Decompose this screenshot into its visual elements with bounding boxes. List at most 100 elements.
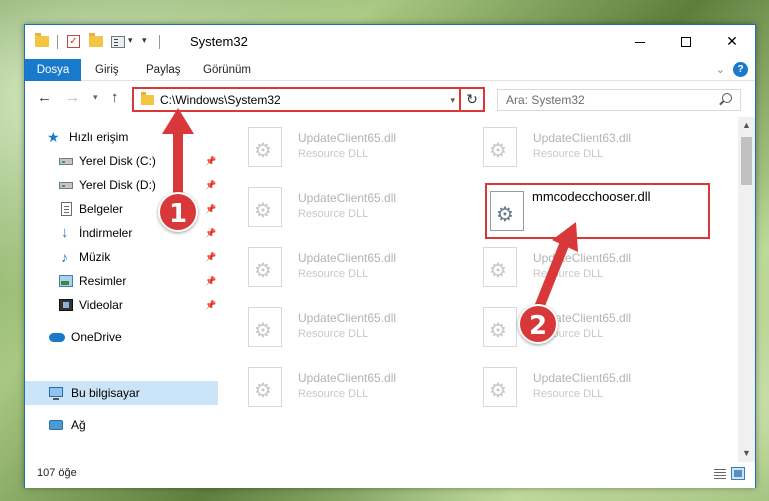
sidebar-item-local-disk-d[interactable]: Yerel Disk (D:) 📌 (25, 173, 218, 197)
sidebar-item-quick-access[interactable]: ★ Hızlı erişim (25, 125, 218, 149)
tab-home[interactable]: Giriş (95, 59, 119, 81)
tab-view[interactable]: Görünüm (203, 59, 251, 81)
maximize-button[interactable] (663, 25, 709, 57)
file-item[interactable]: UpdateClient65.dll Resource DLL (463, 361, 688, 417)
dll-file-icon (483, 127, 517, 167)
pin-icon[interactable]: 📌 (205, 221, 216, 245)
sidebar-item-label: Bu bilgisayar (71, 386, 140, 400)
pin-icon[interactable]: 📌 (205, 269, 216, 293)
file-name: UpdateClient65.dll (298, 251, 397, 265)
scroll-up-icon[interactable]: ▲ (738, 117, 755, 134)
file-description: Resource DLL (533, 268, 604, 280)
file-item[interactable]: UpdateClient63.dll Resource DLL (463, 121, 688, 177)
sidebar-item-label: OneDrive (71, 330, 122, 344)
new-folder-icon[interactable] (89, 33, 103, 47)
properties-check-icon[interactable]: ✓ (67, 35, 80, 48)
scroll-down-icon[interactable]: ▼ (738, 445, 755, 462)
search-icon[interactable] (722, 93, 732, 103)
pin-icon[interactable]: 📌 (205, 197, 216, 221)
pin-icon[interactable]: 📌 (205, 245, 216, 269)
pictures-icon (59, 275, 73, 287)
sidebar-item-onedrive[interactable]: OneDrive (25, 325, 218, 349)
minimize-icon (635, 41, 645, 43)
expand-ribbon-icon[interactable]: ⌄ (716, 63, 725, 76)
sidebar-item-this-pc[interactable]: Bu bilgisayar (25, 381, 218, 405)
customize-toolbar-icon[interactable]: ▾ (142, 35, 147, 51)
file-item[interactable]: UpdateClient65.dll Resource DLL (228, 301, 453, 357)
up-arrow-icon[interactable]: ↑ (111, 89, 119, 106)
refresh-icon[interactable]: ↻ (459, 87, 483, 112)
file-name: UpdateClient65.dll (298, 191, 397, 205)
file-item[interactable]: UpdateClient65.dll Resource DLL (228, 181, 453, 237)
file-description: Resource DLL (298, 208, 369, 220)
forward-arrow-icon[interactable]: → (65, 89, 80, 106)
sidebar-item-label: Belgeler (79, 202, 124, 216)
pin-icon[interactable]: 📌 (205, 293, 216, 317)
sidebar-item-local-disk-c[interactable]: Yerel Disk (C:) 📌 (25, 149, 218, 173)
address-path[interactable]: C:\Windows\System32 (160, 93, 281, 107)
pin-icon[interactable]: 📌 (205, 173, 216, 197)
file-description: Resource DLL (298, 388, 369, 400)
sidebar-item-label: Resimler (79, 274, 127, 288)
close-button[interactable]: ✕ (709, 25, 755, 57)
help-icon[interactable]: ? (733, 62, 748, 77)
file-explorer-window: ✓ ▾ ▾ System32 ✕ Dosya Giriş Paylaş Görü… (24, 24, 756, 488)
maximize-icon (681, 37, 691, 48)
cloud-icon (49, 333, 65, 342)
toolbar-separator (57, 35, 58, 49)
download-icon: ↓ (61, 224, 69, 241)
status-bar: 107 öğe (25, 462, 755, 488)
dll-file-icon (483, 367, 517, 407)
pin-icon[interactable]: 📌 (205, 149, 216, 173)
dll-file-icon (248, 367, 282, 407)
file-description: Resource DLL (533, 148, 604, 160)
dll-file-icon (248, 127, 282, 167)
large-icons-view-icon[interactable] (731, 467, 745, 480)
file-item[interactable]: UpdateClient65.dll Resource DLL (228, 241, 453, 297)
file-name: UpdateClient65.dll (298, 131, 397, 145)
address-dropdown-icon[interactable]: ▾ (450, 95, 455, 106)
file-description: Resource DLL (298, 148, 369, 160)
dll-file-icon (248, 307, 282, 347)
toolbar-separator (159, 35, 160, 49)
quick-access-dropdown-icon[interactable]: ▾ (128, 35, 133, 51)
scrollbar-thumb[interactable] (741, 137, 752, 185)
sidebar-item-label: Videolar (79, 298, 123, 312)
file-name: UpdateClient65.dll (533, 251, 632, 265)
sidebar-item-label: Hızlı erişim (69, 130, 129, 144)
step-2-badge: 2 (518, 304, 558, 344)
address-bar[interactable]: C:\Windows\System32 ▾ ↻ (132, 87, 485, 112)
sidebar-item-label: Müzik (79, 250, 111, 264)
search-input[interactable]: Ara: System32 (497, 89, 741, 111)
file-item-mmcodecchooser[interactable]: mmcodecchooser.dll (485, 183, 710, 239)
title-bar: ✓ ▾ ▾ System32 ✕ (25, 25, 755, 59)
dll-file-icon (248, 247, 282, 287)
sidebar-item-pictures[interactable]: Resimler 📌 (25, 269, 218, 293)
navigation-pane: ★ Hızlı erişim Yerel Disk (C:) 📌 Yerel D… (25, 117, 218, 462)
sidebar-item-videos[interactable]: Videolar 📌 (25, 293, 218, 317)
folder-icon (35, 33, 49, 47)
sidebar-item-music[interactable]: ♪ Müzik 📌 (25, 245, 218, 269)
dll-file-icon (483, 247, 517, 287)
computer-icon (49, 387, 63, 400)
file-item[interactable]: UpdateClient65.dll Resource DLL (228, 361, 453, 417)
details-view-icon[interactable] (713, 468, 727, 480)
sidebar-item-label: Yerel Disk (C:) (79, 154, 156, 168)
step-1-badge: 1 (158, 192, 198, 232)
file-item[interactable]: UpdateClient65.dll Resource DLL (463, 301, 688, 357)
back-arrow-icon[interactable]: ← (37, 89, 52, 106)
file-item[interactable]: UpdateClient65.dll Resource DLL (228, 121, 453, 177)
minimize-button[interactable] (617, 25, 663, 57)
close-icon: ✕ (726, 33, 738, 49)
folder-icon (141, 92, 154, 105)
drive-icon (59, 182, 73, 189)
document-icon (61, 202, 72, 216)
properties-icon[interactable] (111, 36, 125, 48)
file-description: Resource DLL (298, 268, 369, 280)
file-name: UpdateClient65.dll (533, 371, 632, 385)
tab-share[interactable]: Paylaş (146, 59, 181, 81)
recent-locations-icon[interactable]: ▾ (93, 92, 98, 103)
sidebar-item-network[interactable]: Ağ (25, 413, 218, 437)
file-item[interactable]: UpdateClient65.dll Resource DLL (463, 241, 688, 297)
vertical-scrollbar[interactable]: ▲ ▼ (738, 117, 755, 462)
